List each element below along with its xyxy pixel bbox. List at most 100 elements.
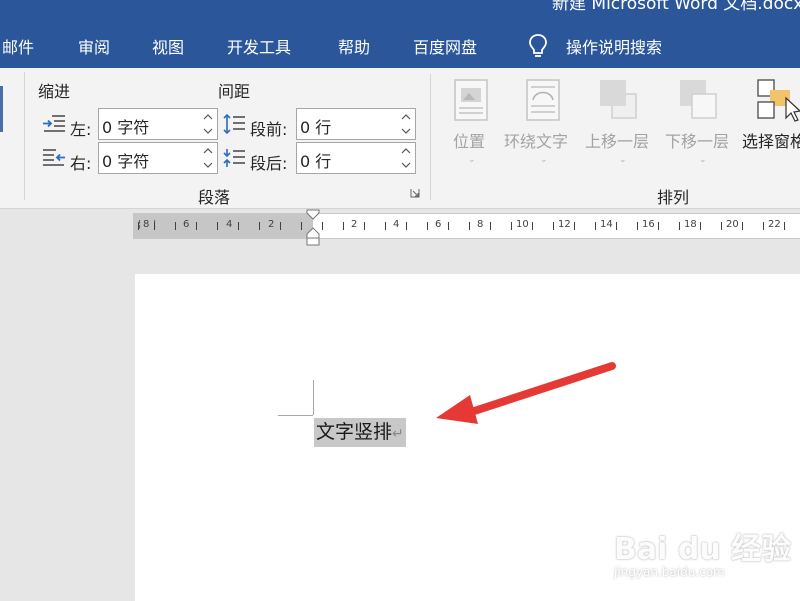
ruler-label: 18 [684, 219, 697, 230]
ruler-tick [532, 222, 533, 230]
bring-forward-label: 上移一层 [585, 132, 650, 151]
spinner-arrows-icon[interactable] [203, 145, 213, 171]
ruler-tick [343, 222, 344, 230]
ruler-tick [490, 222, 491, 230]
ruler-tick [280, 222, 281, 230]
spacing-heading: 间距 [218, 82, 251, 101]
indent-left-value: 0 字符 [102, 118, 150, 137]
ruler-tick [742, 222, 743, 230]
dialog-launcher-icon[interactable] [410, 188, 420, 198]
tab-developer[interactable]: 开发工具 [227, 34, 291, 58]
indent-right-field[interactable]: 0 字符 [98, 142, 218, 174]
tell-me-search[interactable]: 操作说明搜索 [566, 34, 662, 58]
tab-mailings[interactable]: 邮件 [2, 34, 34, 58]
spinner-arrows-icon[interactable] [401, 111, 411, 137]
tab-help[interactable]: 帮助 [338, 34, 370, 58]
ruler-label: 10 [516, 219, 529, 230]
indent-marker-icon[interactable] [306, 208, 320, 248]
spacing-after-field[interactable]: 0 行 [296, 142, 416, 174]
ruler-label: 6 [435, 219, 442, 230]
ruler-label: 4 [393, 219, 400, 230]
arrange-group-label: 排列 [657, 188, 690, 207]
spacing-after-label: 段后: [250, 154, 288, 173]
paragraph-mark-icon: ↵ [392, 426, 404, 442]
spacing-after-value: 0 行 [300, 152, 332, 171]
ruler-tick [385, 222, 386, 230]
send-backward-label: 下移一层 [665, 132, 730, 151]
ruler-tick [784, 222, 785, 230]
ruler-margin [133, 214, 313, 238]
ruler-label: 14 [600, 219, 613, 230]
bring-forward-icon[interactable] [598, 78, 640, 122]
wrap-text-label: 环绕文字 [504, 132, 569, 151]
baidu-watermark: Bai du 经验 jingyan.baidu.com [612, 514, 791, 584]
margin-corner-mark [313, 380, 314, 415]
indent-left-field[interactable]: 0 字符 [98, 108, 218, 140]
ruler-tick [406, 222, 407, 230]
ruler-tick [138, 222, 139, 230]
ruler-tick [679, 222, 680, 230]
ruler-tick [301, 222, 302, 230]
spacing-before-label: 段前: [250, 120, 288, 139]
ruler-tick [238, 222, 239, 230]
group-separator [24, 72, 25, 200]
indent-right-icon [43, 149, 65, 166]
ribbon-left-edge [0, 86, 3, 132]
ruler-tick [448, 222, 449, 230]
tab-baidu-netdisk[interactable]: 百度网盘 [413, 34, 477, 58]
ruler-label: 20 [726, 219, 739, 230]
ruler-tick [259, 222, 260, 230]
ruler-label: 8 [477, 219, 484, 230]
indent-right-label: 右: [70, 154, 92, 173]
chevron-down-icon[interactable]: ⌄ [540, 155, 548, 165]
ruler-label: 4 [226, 219, 233, 230]
chevron-down-icon[interactable]: ⌄ [468, 155, 476, 165]
position-icon[interactable] [453, 78, 489, 122]
ruler-tick [574, 222, 575, 230]
chevron-down-icon[interactable]: ⌄ [619, 155, 627, 165]
chevron-down-icon[interactable]: ⌄ [699, 155, 707, 165]
paragraph-group-label: 段落 [198, 188, 231, 207]
ruler-label: 2 [351, 219, 358, 230]
ruler-label: 8 [143, 219, 150, 230]
indent-heading: 缩进 [38, 82, 71, 101]
spacing-before-field[interactable]: 0 行 [296, 108, 416, 140]
ruler-tick [427, 222, 428, 230]
selected-text[interactable]: 文字竖排↵ [314, 418, 406, 447]
window-title: 新建 Microsoft Word 文档.docx [552, 0, 800, 14]
tab-review[interactable]: 审阅 [78, 34, 110, 58]
ruler-label: 12 [558, 219, 571, 230]
ruler-tick [637, 222, 638, 230]
position-label: 位置 [453, 132, 486, 151]
margin-corner-mark [278, 415, 313, 416]
ruler-tick [196, 222, 197, 230]
ruler-tick [616, 222, 617, 230]
ruler-label: 16 [642, 219, 655, 230]
selection-pane-icon[interactable] [756, 78, 800, 124]
ruler-label: 2 [268, 219, 275, 230]
ruler-tick [721, 222, 722, 230]
ruler-tick [595, 222, 596, 230]
ruler-tick [322, 222, 323, 230]
lightbulb-icon[interactable] [527, 32, 549, 60]
spacing-after-icon [223, 149, 245, 167]
horizontal-ruler[interactable]: ¦ 8 ¦ 6 4 2 2 4 6 8 10 12 14 16 18 20 22 [133, 213, 800, 239]
ruler-tick [658, 222, 659, 230]
indent-left-label: 左: [70, 120, 92, 139]
ruler-label: 22 [768, 219, 781, 230]
watermark-brand: Bai du 经验 [614, 532, 792, 567]
spinner-arrows-icon[interactable] [401, 145, 411, 171]
wrap-text-icon[interactable] [525, 78, 561, 122]
ruler-tick [763, 222, 764, 230]
ruler-label: 6 [183, 219, 190, 230]
spinner-arrows-icon[interactable] [203, 111, 213, 137]
send-backward-icon[interactable] [678, 78, 720, 122]
ruler-tick [175, 222, 176, 230]
indent-left-icon [43, 115, 65, 132]
document-text[interactable]: 文字竖排 [316, 421, 392, 443]
ruler-tick [511, 222, 512, 230]
tab-view[interactable]: 视图 [152, 34, 184, 58]
indent-right-value: 0 字符 [102, 152, 150, 171]
spacing-before-value: 0 行 [300, 118, 332, 137]
selection-pane-label: 选择窗格 [742, 132, 800, 151]
